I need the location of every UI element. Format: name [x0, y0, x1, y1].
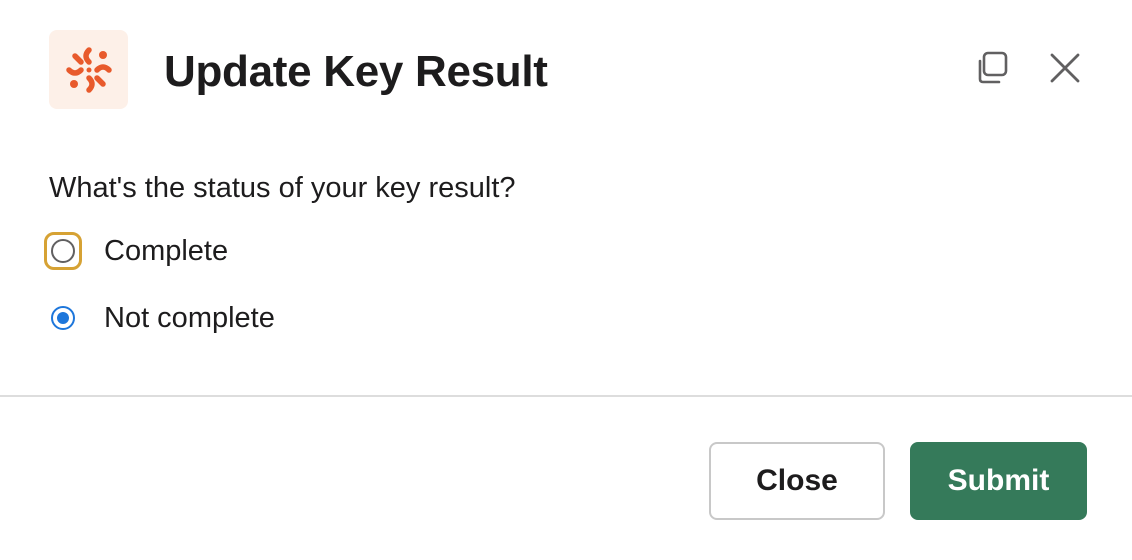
radio-label-complete: Complete [104, 235, 229, 267]
focus-ring [44, 232, 82, 270]
modal-header: Update Key Result [0, 0, 1132, 140]
close-button[interactable]: Close [709, 442, 885, 520]
radio-button-complete[interactable] [51, 239, 75, 263]
update-key-result-modal: Update Key Result What's the status of y… [0, 0, 1132, 560]
radio-option-complete[interactable]: Complete [44, 231, 228, 271]
radio-button-not-complete[interactable] [51, 306, 75, 330]
status-question: What's the status of your key result? [49, 172, 516, 204]
copy-icon [973, 49, 1011, 92]
submit-button[interactable]: Submit [910, 442, 1087, 520]
footer-divider [0, 395, 1132, 397]
radio-label-not-complete: Not complete [104, 302, 275, 334]
radio-wrap [44, 299, 82, 337]
copy-button[interactable] [970, 48, 1014, 92]
radio-option-not-complete[interactable]: Not complete [44, 298, 275, 338]
close-icon [1047, 50, 1083, 91]
modal-title: Update Key Result [164, 47, 548, 96]
app-logo-icon [49, 30, 128, 109]
close-modal-button[interactable] [1043, 48, 1087, 92]
